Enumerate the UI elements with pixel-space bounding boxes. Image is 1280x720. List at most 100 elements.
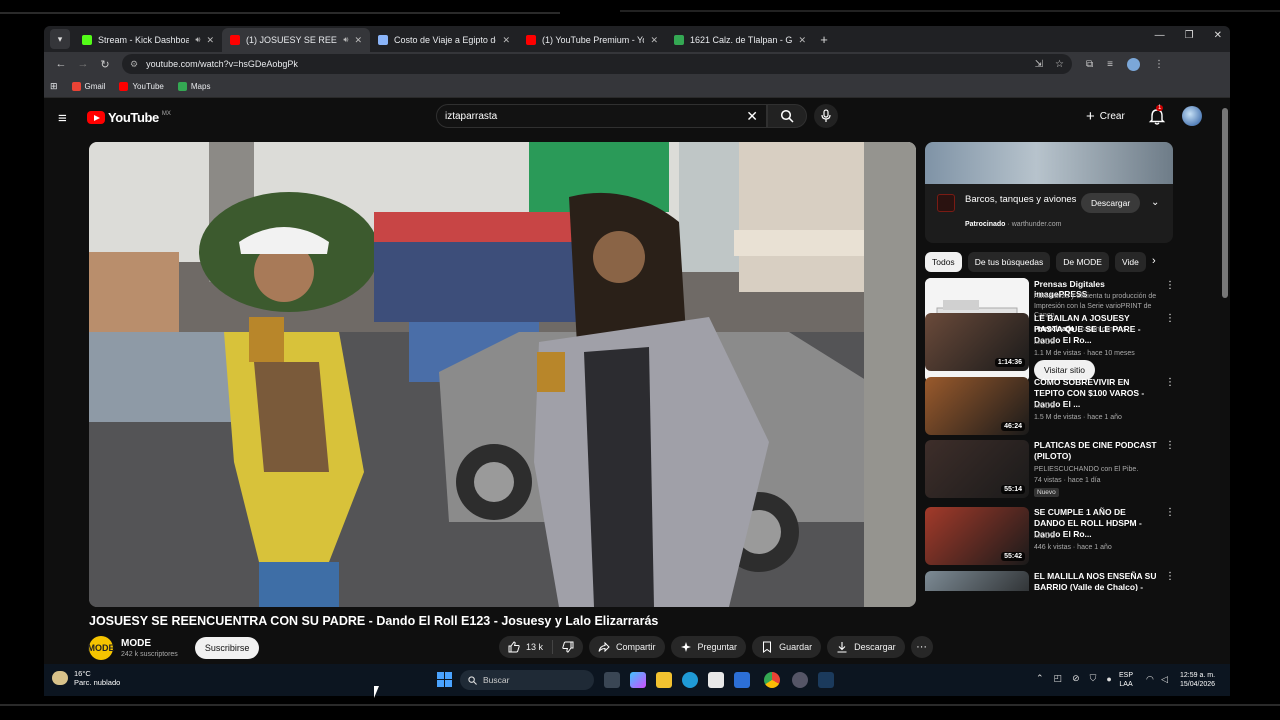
browser-tab[interactable]: Stream - Kick Dashboard 🔊︎ ✕ bbox=[74, 28, 222, 52]
start-button[interactable] bbox=[437, 672, 452, 687]
address-bar[interactable]: ⚙ youtube.com/watch?v=hsGDeAobgPk ⇲ ☆ bbox=[122, 54, 1072, 74]
copilot-icon[interactable] bbox=[630, 672, 646, 688]
video-thumbnail[interactable]: 46:24 bbox=[925, 377, 1029, 435]
chevron-right-icon[interactable]: › bbox=[1152, 255, 1156, 267]
recommended-video-channel[interactable]: MODE bbox=[1034, 403, 1055, 410]
weather-widget[interactable]: 16°C Parc. nublado bbox=[52, 669, 120, 687]
recommended-video-channel[interactable]: MODE bbox=[1034, 339, 1055, 346]
minimize-button[interactable]: — bbox=[1155, 30, 1165, 41]
wifi-icon[interactable]: ◠ bbox=[1146, 674, 1154, 685]
recommended-video[interactable]: 55:42 SE CUMPLE 1 AÑO DE DANDO EL ROLL HD… bbox=[925, 507, 1175, 565]
clear-search-icon[interactable]: ✕ bbox=[746, 108, 758, 125]
tray-mic-icon[interactable]: ● bbox=[1106, 674, 1111, 684]
browser-tab[interactable]: 1621 Calz. de Tlalpan - Google ✕ bbox=[666, 28, 814, 52]
video-thumbnail[interactable]: 55:42 bbox=[925, 507, 1029, 565]
bookmark-item[interactable]: YouTube bbox=[119, 82, 164, 91]
recommended-video-title[interactable]: EL MALILLA NOS ENSEÑA SU BARRIO (Valle d… bbox=[1034, 571, 1158, 591]
tray-security-icon[interactable]: ⛉ bbox=[1090, 673, 1097, 684]
video-menu-icon[interactable]: ⋮ bbox=[1165, 507, 1175, 518]
video-thumbnail[interactable]: 1:14:36 bbox=[925, 313, 1029, 371]
channel-avatar[interactable]: MODE bbox=[88, 636, 115, 660]
like-button[interactable]: 13 k bbox=[499, 640, 554, 654]
tab-close-icon[interactable]: ✕ bbox=[650, 35, 658, 46]
download-button[interactable]: Descargar bbox=[827, 636, 905, 658]
search-query[interactable]: iztaparrasta bbox=[445, 111, 746, 122]
promo-menu-icon[interactable]: ⋮ bbox=[1165, 280, 1175, 291]
chevron-up-icon[interactable]: ⌃ bbox=[1036, 673, 1044, 684]
dislike-button[interactable] bbox=[553, 641, 583, 653]
create-button[interactable]: + Crear bbox=[1086, 108, 1125, 125]
browser-menu-icon[interactable]: ⋮ bbox=[1154, 59, 1164, 70]
recommended-video[interactable]: 46:24 CÓMO SOBREVIVIR EN TEPITO CON $100 … bbox=[925, 377, 1175, 435]
url-text[interactable]: youtube.com/watch?v=hsGDeAobgPk bbox=[146, 59, 1023, 69]
video-menu-icon[interactable]: ⋮ bbox=[1165, 313, 1175, 324]
filter-chip[interactable]: De tus búsquedas bbox=[967, 252, 1051, 272]
tab-search-button[interactable]: ▾ bbox=[50, 29, 70, 49]
mail-icon[interactable] bbox=[734, 672, 750, 688]
edge-icon[interactable] bbox=[682, 672, 698, 688]
tray-network-app-icon[interactable]: ⊘ bbox=[1072, 673, 1080, 684]
bookmark-star-icon[interactable]: ☆ bbox=[1055, 59, 1064, 70]
video-thumbnail[interactable] bbox=[925, 571, 1029, 591]
ad-title[interactable]: Barcos, tanques y aviones bbox=[965, 194, 1085, 206]
video-menu-icon[interactable]: ⋮ bbox=[1165, 377, 1175, 388]
site-info-icon[interactable]: ⚙ bbox=[130, 59, 138, 70]
search-input[interactable]: iztaparrasta ✕ bbox=[436, 104, 767, 128]
bookmark-item[interactable]: Gmail bbox=[71, 82, 105, 91]
file-explorer-icon[interactable] bbox=[656, 672, 672, 688]
close-window-button[interactable]: ✕ bbox=[1214, 30, 1222, 41]
forward-icon[interactable]: → bbox=[72, 58, 94, 70]
task-view-icon[interactable] bbox=[604, 672, 620, 688]
store-icon[interactable] bbox=[708, 672, 724, 688]
voice-search-button[interactable] bbox=[814, 104, 838, 128]
apps-grid-icon[interactable]: ⊞ bbox=[50, 81, 58, 92]
filter-chip[interactable]: Todos bbox=[925, 252, 962, 272]
back-icon[interactable]: ← bbox=[50, 58, 72, 70]
search-button[interactable] bbox=[767, 104, 807, 128]
recommended-video-channel[interactable]: PELIESCUCHANDO con El Pibe. bbox=[1034, 466, 1138, 473]
input-language[interactable]: ESP LAA bbox=[1119, 671, 1133, 689]
recommended-video[interactable]: EL MALILLA NOS ENSEÑA SU BARRIO (Valle d… bbox=[925, 571, 1173, 591]
chevron-down-icon[interactable]: ⌄ bbox=[1151, 197, 1159, 208]
video-thumbnail[interactable]: 55:14 bbox=[925, 440, 1029, 498]
recommended-video[interactable]: 1:14:36 LE BAILAN A JOSUESY HASTA QUE SE … bbox=[925, 313, 1175, 371]
channel-name[interactable]: MODE bbox=[121, 638, 178, 649]
new-tab-button[interactable]: + bbox=[814, 32, 834, 47]
bookmark-item[interactable]: Maps bbox=[177, 82, 210, 91]
reload-icon[interactable]: ↻ bbox=[94, 58, 116, 71]
more-actions-button[interactable]: ··· bbox=[910, 636, 933, 658]
app-icon[interactable] bbox=[792, 672, 808, 688]
recommended-video[interactable]: 55:14 PLATICAS DE CINE PODCAST (PILOTO) PE… bbox=[925, 440, 1175, 498]
tab-close-icon[interactable]: ✕ bbox=[798, 35, 806, 46]
install-app-icon[interactable]: ⇲ bbox=[1035, 59, 1043, 70]
tab-close-icon[interactable]: ✕ bbox=[502, 35, 510, 46]
video-player[interactable] bbox=[89, 142, 916, 607]
share-button[interactable]: Compartir bbox=[589, 636, 665, 658]
browser-tab[interactable]: (1) JOSUESY SE REENCUEN 🔊︎ ✕ bbox=[222, 28, 370, 52]
profile-avatar[interactable] bbox=[1126, 57, 1140, 71]
subscribe-button[interactable]: Suscribirse bbox=[194, 637, 260, 659]
steam-icon[interactable] bbox=[818, 672, 834, 688]
clock[interactable]: 12:59 a. m. 15/04/2026 bbox=[1180, 671, 1215, 689]
chrome-icon[interactable] bbox=[764, 672, 780, 688]
ask-button[interactable]: Preguntar bbox=[670, 636, 747, 658]
menu-icon[interactable]: ≡ bbox=[58, 110, 67, 127]
tray-app-icon[interactable]: ◰ bbox=[1054, 673, 1063, 684]
page-scrollbar[interactable] bbox=[1220, 98, 1230, 664]
recommended-video-channel[interactable]: MODE bbox=[1034, 533, 1055, 540]
ad-download-button[interactable]: Descargar bbox=[1081, 193, 1141, 213]
filter-chip[interactable]: De MODE bbox=[1056, 252, 1109, 272]
filter-chip[interactable]: Vide bbox=[1114, 252, 1146, 272]
sponsored-ad-card[interactable]: Barcos, tanques y aviones Patrocinado · … bbox=[925, 142, 1173, 243]
tab-close-icon[interactable]: ✕ bbox=[354, 35, 362, 46]
tab-close-icon[interactable]: ✕ bbox=[206, 35, 214, 46]
taskbar-search[interactable]: Buscar bbox=[460, 670, 594, 690]
restore-button[interactable]: ❐ bbox=[1185, 30, 1194, 41]
reading-list-icon[interactable]: ≡ bbox=[1107, 59, 1113, 70]
extensions-icon[interactable]: ⧉ bbox=[1086, 59, 1093, 70]
video-menu-icon[interactable]: ⋮ bbox=[1165, 571, 1173, 582]
volume-icon[interactable]: ◁ bbox=[1161, 674, 1168, 685]
video-menu-icon[interactable]: ⋮ bbox=[1165, 440, 1175, 451]
save-button[interactable]: Guardar bbox=[752, 636, 822, 658]
browser-tab[interactable]: (1) YouTube Premium - YouTub ✕ bbox=[518, 28, 666, 52]
